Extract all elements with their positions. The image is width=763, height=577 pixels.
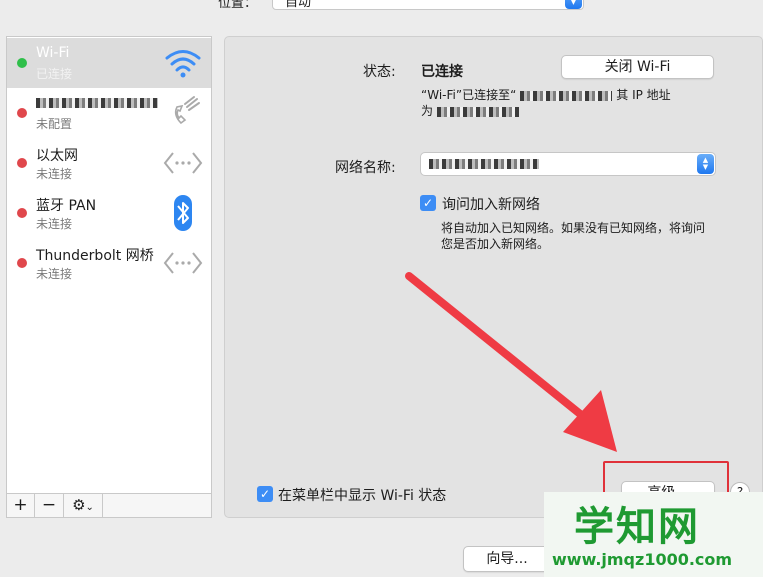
service-status: 已连接 (36, 67, 73, 81)
service-status: 未连接 (36, 217, 73, 231)
service-item-thunderbolt-bridge[interactable]: Thunderbolt 网桥 未连接 (7, 238, 211, 288)
chevron-updown-icon: ▲▼ (565, 0, 582, 9)
status-dot-disconnected (17, 108, 27, 118)
service-name-redacted (36, 95, 158, 111)
ask-join-label: 询问加入新网络 (442, 197, 540, 213)
redacted-text (36, 98, 158, 108)
status-detail-text: 其 IP 地址 (616, 88, 671, 102)
network-service-list: Wi-Fi 已连接 未配置 以太网 未连接 蓝牙 PAN 未连接 Thunder… (6, 36, 212, 518)
status-detail-line-1: “Wi-Fi”已连接至“ 其 IP 地址 (421, 87, 671, 103)
watermark-url: www.jmqz1000.com (552, 550, 733, 569)
service-name: Wi-Fi (36, 45, 70, 61)
chevron-down-icon: ⌄ (85, 502, 94, 513)
status-value: 已连接 (421, 64, 463, 80)
watermark: 学知网 www.jmqz1000.com (544, 492, 763, 577)
location-value: 自动 (285, 0, 312, 10)
service-status: 未连接 (36, 267, 73, 281)
watermark-title: 学知网 (574, 504, 700, 550)
service-item-phone[interactable]: 未配置 (7, 88, 211, 138)
ask-join-description-1: 将自动加入已知网络。如果没有已知网络，将询问 (441, 221, 706, 235)
redacted-text (437, 106, 520, 117)
chevron-updown-icon: ▲▼ (697, 154, 714, 174)
network-name-select[interactable]: ▲ ▼ (420, 152, 716, 176)
show-in-menubar-checkbox[interactable]: ✓ (257, 486, 273, 502)
wifi-icon (165, 50, 201, 78)
status-dot-disconnected (17, 208, 27, 218)
status-label: 状态: (363, 64, 396, 80)
status-dot-disconnected (17, 158, 27, 168)
status-detail-text: “Wi-Fi”已连接至“ (421, 88, 517, 102)
redacted-text (429, 159, 539, 169)
service-item-wifi[interactable]: Wi-Fi 已连接 (7, 38, 211, 88)
remove-service-button[interactable]: − (35, 494, 64, 517)
ask-join-description-2: 您是否加入新网络。 (441, 237, 550, 251)
service-status: 未连接 (36, 167, 73, 181)
service-name: 以太网 (36, 148, 78, 164)
annotation-arrow-icon (405, 272, 617, 452)
sidebar-toolbar: + − ⚙⌄ (6, 493, 212, 518)
gear-icon: ⚙ (72, 496, 86, 514)
status-dot-disconnected (17, 258, 27, 268)
assist-button[interactable]: 向导... (463, 546, 551, 572)
redacted-text (520, 90, 613, 101)
location-select[interactable]: 自动 ▲▼ (272, 0, 584, 10)
status-dot-connected (17, 58, 27, 68)
show-in-menubar-label: 在菜单栏中显示 Wi-Fi 状态 (278, 488, 447, 504)
service-name: 蓝牙 PAN (36, 198, 97, 214)
location-label: 位置： (218, 0, 258, 11)
turn-off-wifi-button[interactable]: 关闭 Wi-Fi (561, 55, 714, 79)
gear-menu-button[interactable]: ⚙⌄ (64, 494, 103, 517)
status-detail-line-2: 为 (421, 103, 520, 119)
thunderbolt-bridge-icon (163, 252, 203, 274)
service-name: Thunderbolt 网桥 (36, 248, 154, 264)
wifi-settings-panel: 状态: 已连接 关闭 Wi-Fi “Wi-Fi”已连接至“ 其 IP 地址 为 网… (224, 36, 763, 518)
service-status: 未配置 (36, 117, 73, 131)
ask-join-checkbox[interactable]: ✓ (420, 195, 436, 211)
phone-icon (174, 96, 200, 125)
service-item-bluetooth-pan[interactable]: 蓝牙 PAN 未连接 (7, 188, 211, 238)
ethernet-icon (163, 152, 203, 174)
bluetooth-icon (174, 195, 192, 231)
service-item-ethernet[interactable]: 以太网 未连接 (7, 138, 211, 188)
network-name-label: 网络名称: (335, 160, 396, 176)
status-detail-text: 为 (421, 104, 434, 118)
add-service-button[interactable]: + (7, 494, 35, 517)
